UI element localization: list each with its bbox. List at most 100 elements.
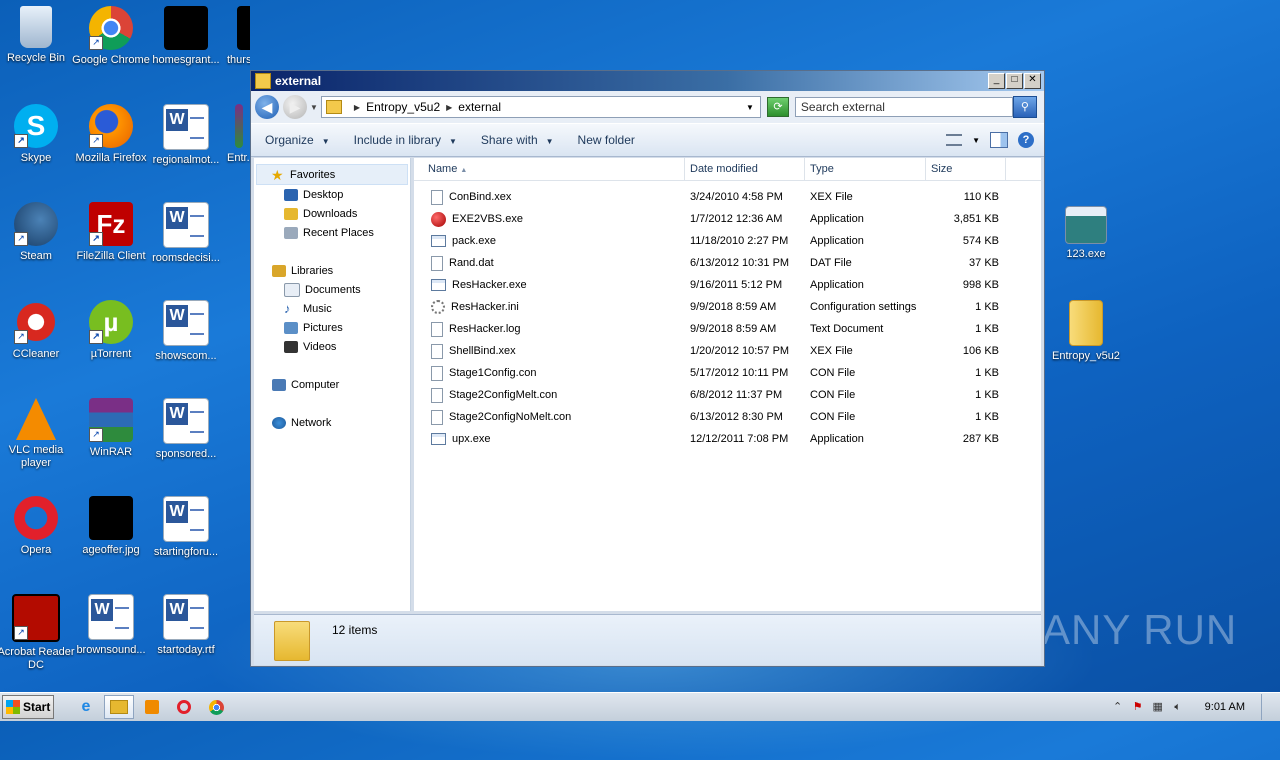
nav-desktop[interactable]: Desktop [254,185,410,204]
action-center-icon[interactable]: ⚑ [1131,700,1145,714]
nav-documents[interactable]: Documents [254,280,410,299]
file-row[interactable]: upx.exe 12/12/2011 7:08 PM Application 287 … [414,428,1041,450]
view-dropdown-icon[interactable]: ▼ [972,136,980,145]
show-desktop-button[interactable] [1261,694,1272,720]
desktop-icon-chrome[interactable]: ↗ Google Chrome [71,6,151,67]
nav-music[interactable]: ♪ Music [254,299,410,318]
forward-button[interactable]: ▶ [283,95,307,119]
desktop-icon-winrar[interactable]: ↗ WinRAR [71,398,151,459]
system-tray: ⌃ ⚑ ▦ 🔈︎ 9:01 AM [1111,694,1280,720]
file-name: ResHacker.exe [452,279,527,291]
nav-favorites[interactable]: ★ Favorites [256,164,408,185]
nav-downloads[interactable]: Downloads [254,204,410,223]
desktop-icon-steam[interactable]: ↗ Steam [0,202,76,263]
desktop-icon-brownsound[interactable]: brownsound... [71,594,151,657]
file-row[interactable]: pack.exe 11/18/2010 2:27 PM Application 574… [414,230,1041,252]
refresh-button[interactable]: ⟳ [766,97,789,117]
taskbar-explorer[interactable] [104,695,134,719]
file-row[interactable]: Stage2ConfigMelt.con 6/8/2012 11:37 PM CON… [414,384,1041,406]
desktop-icon-roomsdecisi[interactable]: roomsdecisi... [146,202,226,265]
file-size: 110 KB [963,191,999,203]
maximize-button[interactable]: □ [1006,73,1023,89]
address-bar[interactable]: ▶ Entropy_v5u2 ▶ external ▼ [320,96,761,118]
desktop-icon-entr[interactable]: Entr... [221,104,250,165]
column-header-date[interactable]: Date modified [685,158,805,180]
desktop-icon-homesgrant[interactable]: homesgrant... [146,6,226,67]
file-row[interactable]: Stage1Config.con 5/17/2012 10:11 PM CON Fi… [414,362,1041,384]
share-with-button[interactable]: Share with ▼ [467,133,564,147]
new-folder-button[interactable]: New folder [564,133,645,147]
nav-pictures[interactable]: Pictures [254,318,410,337]
file-size: 106 KB [962,345,999,357]
file-icon [431,255,443,271]
desktop-icon-entropy-folder[interactable]: Entropy_v5u2 [1046,300,1126,363]
breadcrumb-arrow-icon[interactable]: ▶ [354,103,360,112]
address-dropdown-icon[interactable]: ▼ [746,103,754,112]
desktop-icon-regionalmot[interactable]: regionalmot... [146,104,226,167]
desktop-icon-ageoffer[interactable]: ageoffer.jpg [71,496,151,557]
search-input[interactable]: Search external [794,97,1013,117]
recent-pages-dropdown[interactable]: ▼ [310,103,318,112]
desktop-icon-startingforu[interactable]: startingforu... [146,496,226,559]
explorer-window[interactable]: external _ □ ✕ ◀ ▶ ▼ ▶ Entropy_v5u2 ▶ ex… [250,70,1045,667]
include-in-library-button[interactable]: Include in library ▼ [340,133,467,147]
desktop-icon-opera[interactable]: Opera [0,496,76,557]
desktop-icon-acrobat[interactable]: ↗ Acrobat Reader DC [0,594,76,672]
desktop-icon-recycle-bin[interactable]: Recycle Bin [0,6,76,65]
show-hidden-icons-icon[interactable]: ⌃ [1111,700,1125,714]
desktop-icon-thursdayba[interactable]: thursdayba... [221,6,250,67]
nav-network[interactable]: Network [254,413,410,432]
search-icon[interactable]: ⚲ [1012,96,1037,118]
close-button[interactable]: ✕ [1024,73,1041,89]
taskbar-chrome[interactable] [202,696,230,718]
file-row[interactable]: EXE2VBS.exe 1/7/2012 12:36 AM Application 3… [414,208,1041,230]
volume-icon[interactable]: 🔈︎ [1171,700,1185,714]
file-row[interactable]: Rand.dat 6/13/2012 10:31 PM DAT File 37 KB [414,252,1041,274]
preview-pane-icon[interactable] [990,132,1008,148]
file-row[interactable]: ResHacker.exe 9/16/2011 5:12 PM Applicatio… [414,274,1041,296]
view-options-icon[interactable] [946,134,963,146]
taskbar-opera[interactable] [170,696,198,718]
help-icon[interactable]: ? [1018,132,1034,148]
nav-label: Libraries [291,264,334,277]
desktop-icon-utorrent[interactable]: µ ↗ µTorrent [71,300,151,361]
clock[interactable]: 9:01 AM [1205,701,1245,713]
desktop-icon-sponsored[interactable]: sponsored... [146,398,226,461]
desktop-icon-filezilla[interactable]: Fz ↗ FileZilla Client [71,202,151,263]
file-row[interactable]: Stage2ConfigNoMelt.con 6/13/2012 8:30 PM C… [414,406,1041,428]
nav-recent-places[interactable]: Recent Places [254,223,410,242]
desktop-icon-123-exe[interactable]: 123.exe [1046,206,1126,261]
nav-libraries[interactable]: Libraries [254,261,410,280]
desktop-icon-showscom[interactable]: showscom... [146,300,226,363]
breadcrumb-arrow-icon[interactable]: ▶ [446,103,452,112]
taskbar-internet-explorer[interactable]: e [72,696,100,718]
breadcrumb-entropy[interactable]: Entropy_v5u2 [366,100,440,114]
taskbar-media-player[interactable] [138,696,166,718]
column-header-size[interactable]: Size [926,158,1006,180]
file-row[interactable]: ResHacker.log 9/9/2018 8:59 AM Text Docume… [414,318,1041,340]
file-row[interactable]: ResHacker.ini 9/9/2018 8:59 AM Configurati… [414,296,1041,318]
breadcrumb-external[interactable]: external [458,100,501,114]
nav-videos[interactable]: Videos [254,337,410,356]
start-button[interactable]: Start [2,695,54,719]
desktop-icon-vlc[interactable]: VLC media player [0,398,76,470]
file-row[interactable]: ConBind.xex 3/24/2010 4:58 PM XEX File 110 … [414,186,1041,208]
file-date: 6/13/2012 8:30 PM [690,411,783,423]
desktop-icon-startoday[interactable]: startoday.rtf [146,594,226,657]
column-header-name[interactable]: Name ▲ [414,158,685,180]
column-header-type[interactable]: Type [805,158,926,180]
network-tray-icon[interactable]: ▦ [1151,700,1165,714]
desktop-icon-ccleaner[interactable]: ↗ CCleaner [0,300,76,361]
back-button[interactable]: ◀ [255,95,279,119]
file-date: 11/18/2010 2:27 PM [690,235,789,247]
file-row[interactable]: ShellBind.xex 1/20/2012 10:57 PM XEX File 1… [414,340,1041,362]
shortcut-arrow-icon: ↗ [14,626,28,640]
desktop-icon-firefox[interactable]: ↗ Mozilla Firefox [71,104,151,165]
organize-button[interactable]: Organize ▼ [251,133,340,147]
nav-computer[interactable]: Computer [254,375,410,394]
desktop-icon-skype[interactable]: S ↗ Skype [0,104,76,165]
title-bar[interactable]: external _ □ ✕ [251,71,1044,91]
nav-label: Documents [305,283,361,296]
include-label: Include in library [353,133,441,147]
minimize-button[interactable]: _ [988,73,1005,89]
